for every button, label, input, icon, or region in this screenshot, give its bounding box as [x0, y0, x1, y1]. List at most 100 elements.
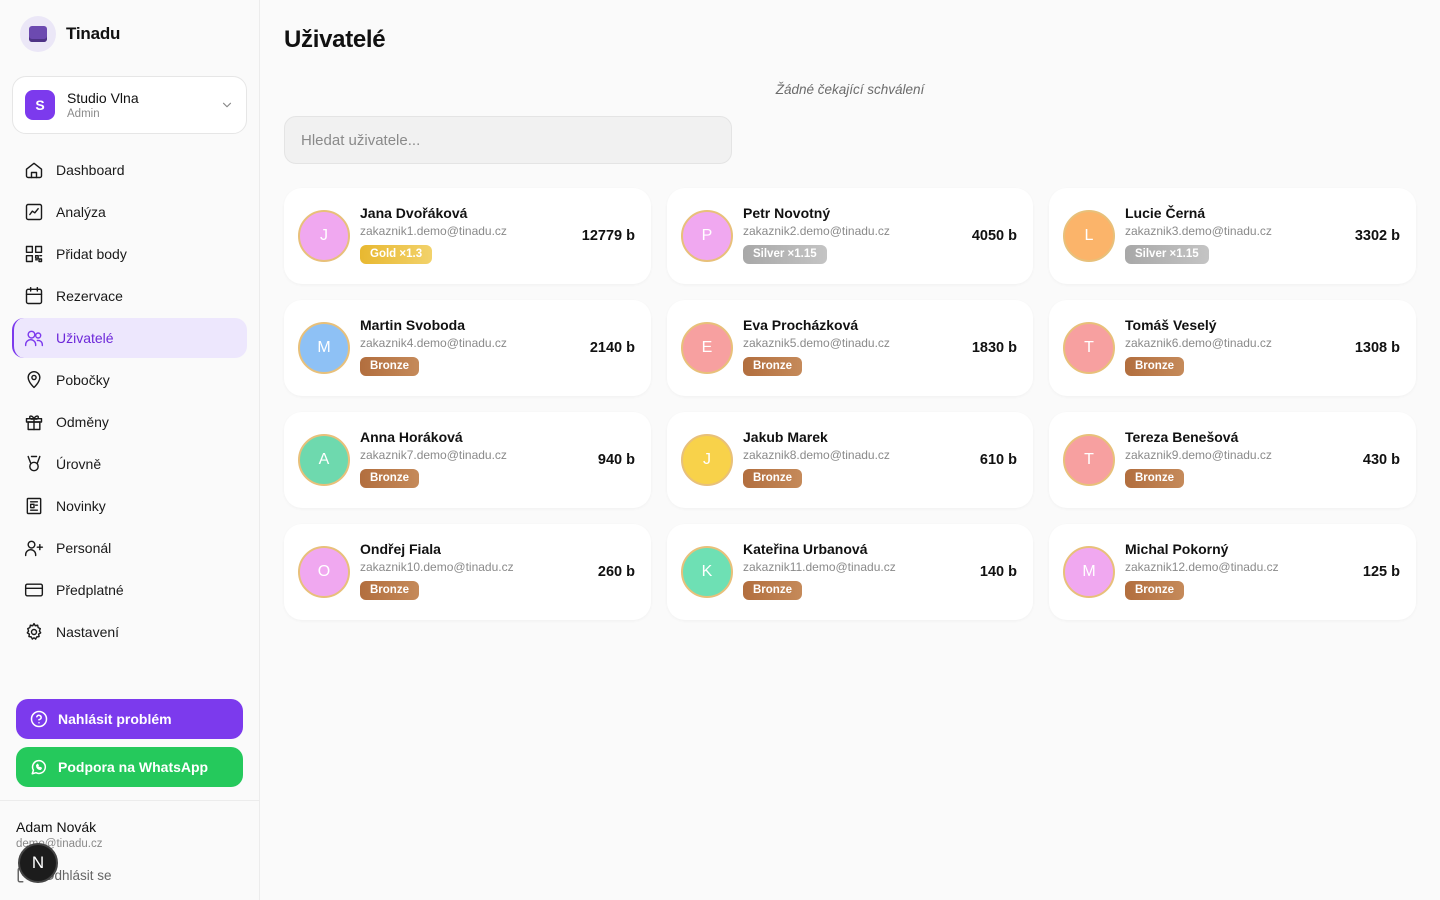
user-points: 4050 b	[971, 228, 1017, 244]
user-name: Martin Svoboda	[360, 316, 466, 333]
sidebar-item-7[interactable]: Úrovně	[12, 444, 247, 484]
tier-badge: Silver ×1.15	[1125, 244, 1209, 264]
sidebar-item-label: Nastavení	[56, 624, 120, 640]
newspaper-icon	[26, 497, 42, 515]
sidebar-item-2[interactable]: Přidat body	[12, 234, 247, 274]
user-avatar: M	[1063, 546, 1115, 598]
user-card[interactable]: T Tomáš Veselý zakaznik6.demo@tinadu.cz Bro…	[1049, 300, 1416, 396]
whatsapp-support-label: Podpora na WhatsApp	[58, 759, 209, 775]
report-problem-label: Nahlásit problém	[58, 711, 172, 727]
user-points: 610 b	[979, 452, 1017, 468]
user-avatar: A	[298, 434, 350, 486]
user-points: 3302 b	[1354, 228, 1400, 244]
sidebar-item-3[interactable]: Rezervace	[12, 276, 247, 316]
user-name: Tereza Benešová	[1125, 428, 1239, 445]
user-name: Petr Novotný	[743, 204, 831, 221]
user-card[interactable]: P Petr Novotný zakaznik2.demo@tinadu.cz Sil…	[667, 188, 1033, 284]
sidebar-item-label: Předplatné	[56, 582, 124, 598]
user-name: Anna Horáková	[360, 428, 463, 445]
user-points: 1830 b	[971, 340, 1017, 356]
user-card[interactable]: K Kateřina Urbanová zakaznik11.demo@tinadu…	[667, 524, 1033, 620]
user-plus-icon	[24, 540, 44, 557]
user-name: Jana Dvořáková	[360, 204, 468, 221]
user-card[interactable]: E Eva Procházková zakaznik5.demo@tinadu.cz…	[667, 300, 1033, 396]
user-avatar: M	[298, 322, 350, 374]
user-email: zakaznik2.demo@tinadu.cz	[743, 223, 890, 238]
tier-badge: Bronze	[743, 468, 802, 488]
user-email: zakaznik7.demo@tinadu.cz	[360, 447, 507, 462]
users-icon	[24, 330, 44, 347]
user-email: zakaznik11.demo@tinadu.cz	[743, 559, 896, 574]
user-points: 1308 b	[1354, 340, 1400, 356]
sidebar-item-label: Uživatelé	[56, 330, 114, 346]
user-email: zakaznik6.demo@tinadu.cz	[1125, 335, 1272, 350]
user-email: zakaznik5.demo@tinadu.cz	[743, 335, 890, 350]
sidebar-item-5[interactable]: Pobočky	[12, 360, 247, 400]
user-email: zakaznik1.demo@tinadu.cz	[360, 223, 507, 238]
org-switcher[interactable]: S Studio Vlna Admin	[12, 76, 247, 134]
gift-icon	[25, 415, 43, 431]
sidebar-item-label: Odměny	[56, 414, 109, 430]
credit-card-icon	[24, 583, 44, 597]
pending-approvals-message: Žádné čekající schválení	[775, 82, 925, 97]
sidebar-item-label: Přidat body	[56, 246, 127, 262]
user-card[interactable]: L Lucie Černá zakaznik3.demo@tinadu.cz Silv…	[1049, 188, 1416, 284]
sidebar-item-11[interactable]: Nastavení	[12, 612, 247, 652]
user-card[interactable]: M Michal Pokorný zakaznik12.demo@tinadu.cz…	[1049, 524, 1416, 620]
user-card[interactable]: M Martin Svoboda zakaznik4.demo@tinadu.cz B…	[284, 300, 651, 396]
org-name: Studio Vlna	[67, 90, 139, 106]
user-avatar: J	[681, 434, 733, 486]
user-points: 430 b	[1362, 452, 1400, 468]
user-points: 12779 b	[581, 228, 635, 244]
user-email: zakaznik10.demo@tinadu.cz	[360, 559, 514, 574]
tier-badge: Bronze	[1125, 580, 1184, 600]
sidebar-item-10[interactable]: Předplatné	[12, 570, 247, 610]
user-name: Kateřina Urbanová	[743, 540, 868, 557]
medal-icon	[27, 455, 41, 472]
sidebar-item-4[interactable]: Uživatelé	[12, 318, 247, 358]
sidebar-item-8[interactable]: Novinky	[12, 486, 247, 526]
tier-badge: Gold ×1.3	[360, 244, 433, 264]
report-problem-button[interactable]: Nahlásit problém	[16, 699, 243, 739]
user-name: Tomáš Veselý	[1125, 316, 1217, 333]
user-card[interactable]: T Tereza Benešová zakaznik9.demo@tinadu.cz…	[1049, 412, 1416, 508]
logo-icon	[20, 16, 56, 52]
user-card[interactable]: A Anna Horáková zakaznik7.demo@tinadu.cz Br…	[284, 412, 651, 508]
user-card[interactable]: J Jana Dvořáková zakaznik1.demo@tinadu.cz G…	[284, 188, 651, 284]
user-card[interactable]: J Jakub Marek zakaznik8.demo@tinadu.cz Bron…	[667, 412, 1033, 508]
tier-badge: Bronze	[360, 356, 419, 376]
search-input[interactable]	[284, 116, 732, 164]
sidebar-item-6[interactable]: Odměny	[12, 402, 247, 442]
chevron-down-icon	[222, 102, 232, 108]
user-points: 125 b	[1362, 564, 1400, 580]
org-avatar: S	[25, 90, 55, 120]
user-email: zakaznik8.demo@tinadu.cz	[743, 447, 890, 462]
sidebar: Tinadu S Studio Vlna Admin Dashboard Anal…	[0, 0, 260, 900]
sidebar-item-label: Dashboard	[56, 162, 125, 178]
sidebar-item-0[interactable]: Dashboard	[12, 150, 247, 190]
whatsapp-support-button[interactable]: Podpora na WhatsApp	[16, 747, 243, 787]
user-name: Eva Procházková	[743, 316, 859, 333]
tier-badge: Bronze	[1125, 468, 1184, 488]
user-avatar: L	[1063, 210, 1115, 262]
user-avatar: P	[681, 210, 733, 262]
brand[interactable]: Tinadu	[20, 16, 120, 52]
user-avatar: E	[681, 322, 733, 374]
user-avatar: K	[681, 546, 733, 598]
tier-badge: Bronze	[360, 468, 419, 488]
sidebar-item-9[interactable]: Personál	[12, 528, 247, 568]
qr-code-icon	[25, 245, 43, 263]
tier-badge: Bronze	[360, 580, 419, 600]
user-card[interactable]: O Ondřej Fiala zakaznik10.demo@tinadu.cz Br…	[284, 524, 651, 620]
tier-badge: Bronze	[743, 580, 802, 600]
floating-avatar-button[interactable]: N	[18, 843, 58, 883]
user-avatar: T	[1063, 434, 1115, 486]
user-points: 940 b	[597, 452, 635, 468]
user-avatar: O	[298, 546, 350, 598]
user-avatar: J	[298, 210, 350, 262]
user-points: 140 b	[979, 564, 1017, 580]
map-pin-icon	[27, 370, 41, 389]
sidebar-item-1[interactable]: Analýza	[12, 192, 247, 232]
calendar-icon	[25, 286, 43, 305]
sidebar-nav: Dashboard Analýza Přidat body Rezervace Uživ…	[12, 150, 247, 654]
